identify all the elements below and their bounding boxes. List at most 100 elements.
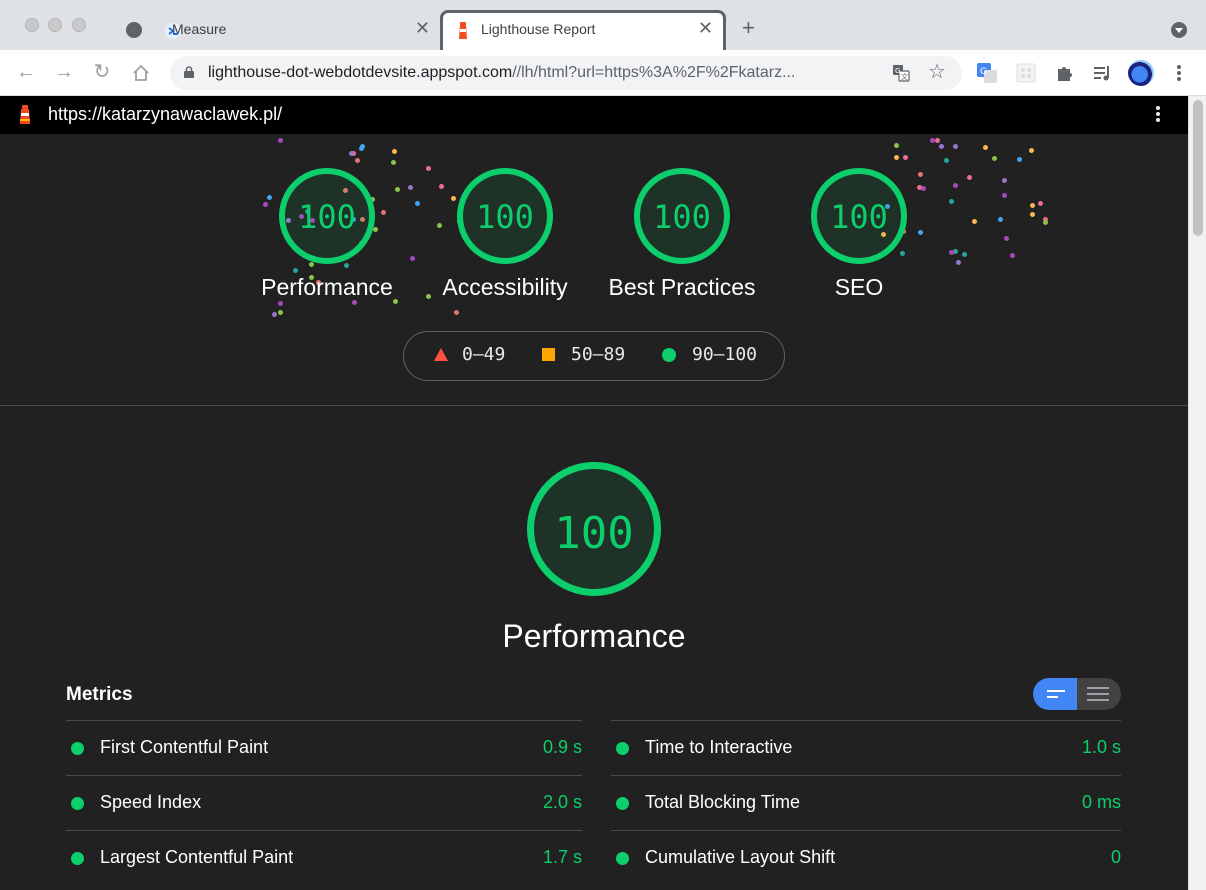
browser-menu-icon[interactable] bbox=[1176, 65, 1182, 83]
gauge-score: 100 bbox=[554, 508, 634, 559]
triangle-icon bbox=[434, 348, 448, 361]
google-translate-extension-icon[interactable]: G bbox=[976, 62, 998, 84]
confetti-dot bbox=[983, 145, 988, 150]
metric-largest-contentful-paint: Largest Contentful Paint 1.7 s bbox=[66, 830, 582, 885]
bookmark-star-icon[interactable]: ☆ bbox=[928, 61, 946, 83]
url-path: //lh/html?url=https%3A%2F%2Fkatarz... bbox=[512, 64, 796, 81]
pass-circle-icon bbox=[71, 852, 84, 865]
confetti-dot bbox=[962, 252, 967, 257]
metrics-view-toggle[interactable] bbox=[1033, 678, 1121, 710]
confetti-dot bbox=[949, 250, 954, 255]
report-url[interactable]: https://katarzynawaclawek.pl/ bbox=[48, 104, 282, 125]
browser-toolbar: ← → ↻ lighthouse-dot-webdotdevsite.appsp… bbox=[0, 50, 1206, 96]
page-scrollbar[interactable] bbox=[1188, 96, 1206, 890]
new-tab-icon[interactable]: + bbox=[742, 17, 755, 39]
close-tab-icon[interactable]: ✕ bbox=[415, 19, 430, 37]
metric-name: Speed Index bbox=[100, 792, 202, 812]
confetti-dot bbox=[451, 196, 456, 201]
minimize-window-button[interactable] bbox=[48, 18, 62, 32]
legend-item-fail: 0–49 bbox=[434, 344, 505, 365]
zoom-window-button[interactable] bbox=[72, 18, 86, 32]
tab-title: Lighthouse Report bbox=[481, 21, 596, 37]
reload-icon[interactable]: ↻ bbox=[90, 60, 114, 84]
report-menu-icon[interactable] bbox=[1152, 104, 1164, 126]
gauge-performance[interactable]: 100 Performance bbox=[261, 134, 393, 314]
forward-arrow-icon[interactable]: → bbox=[52, 60, 76, 84]
tab-lighthouse-report[interactable]: Lighthouse Report ✕ bbox=[440, 10, 726, 50]
legend-range: 0–49 bbox=[462, 344, 506, 365]
compact-view-button[interactable] bbox=[1033, 678, 1077, 710]
scrollbar-thumb[interactable] bbox=[1193, 100, 1203, 236]
confetti-dot bbox=[381, 210, 386, 215]
confetti-dot bbox=[944, 158, 949, 163]
close-tab-icon[interactable]: ✕ bbox=[698, 19, 713, 37]
profile-avatar[interactable] bbox=[1128, 60, 1154, 86]
confetti-dot bbox=[1002, 193, 1007, 198]
confetti-dot bbox=[935, 138, 940, 143]
confetti-dot bbox=[267, 195, 272, 200]
address-bar[interactable]: lighthouse-dot-webdotdevsite.appspot.com… bbox=[170, 56, 962, 90]
confetti-dot bbox=[953, 183, 958, 188]
confetti-dot bbox=[1038, 201, 1043, 206]
confetti-dot bbox=[1043, 220, 1048, 225]
metric-name: Largest Contentful Paint bbox=[100, 847, 294, 867]
tab-list-chevron-icon[interactable] bbox=[1171, 22, 1187, 38]
confetti-dot bbox=[439, 184, 444, 189]
metric-name: Time to Interactive bbox=[645, 737, 793, 757]
translate-icon[interactable]: G 文 bbox=[892, 64, 910, 82]
confetti-dot bbox=[917, 185, 922, 190]
confetti-dot bbox=[395, 187, 400, 192]
confetti-dot bbox=[1004, 236, 1009, 241]
lock-icon[interactable] bbox=[184, 66, 194, 78]
confetti-dot bbox=[1030, 203, 1035, 208]
lighthouse-favicon-icon bbox=[459, 22, 467, 39]
confetti-dot bbox=[415, 201, 420, 206]
confetti-dot bbox=[1029, 148, 1034, 153]
metrics-heading: Metrics bbox=[66, 684, 133, 705]
expanded-view-button[interactable] bbox=[1077, 678, 1121, 710]
category-title: Performance bbox=[502, 618, 686, 654]
confetti-dot bbox=[426, 166, 431, 171]
gauge-seo[interactable]: 100 SEO bbox=[811, 134, 907, 314]
confetti-dot bbox=[391, 160, 396, 165]
home-icon[interactable] bbox=[132, 64, 150, 82]
svg-text:G: G bbox=[895, 67, 900, 75]
url-host: lighthouse-dot-webdotdevsite.appspot.com bbox=[208, 64, 513, 81]
confetti-dot bbox=[939, 144, 944, 149]
url-text: lighthouse-dot-webdotdevsite.appspot.com… bbox=[208, 64, 888, 82]
confetti-dot bbox=[1030, 212, 1035, 217]
tab-measure[interactable]: Measure ✕ bbox=[120, 10, 438, 50]
confetti-dot bbox=[918, 230, 923, 235]
metric-value: 0.9 s bbox=[542, 737, 582, 757]
media-queue-icon[interactable] bbox=[1092, 63, 1112, 83]
confetti-dot bbox=[967, 175, 972, 180]
confetti-dot bbox=[956, 260, 961, 265]
back-arrow-icon[interactable]: ← bbox=[14, 60, 38, 84]
metric-name: Total Blocking Time bbox=[645, 792, 801, 812]
metric-name: Cumulative Layout Shift bbox=[645, 847, 836, 867]
metric-value: 1.7 s bbox=[542, 847, 582, 867]
pass-circle-icon bbox=[71, 742, 84, 755]
confetti-dot bbox=[1002, 178, 1007, 183]
confetti-dot bbox=[410, 256, 415, 261]
pass-circle-icon bbox=[616, 797, 629, 810]
extension-grid-icon[interactable] bbox=[1016, 63, 1036, 83]
legend-item-pass: 90–100 bbox=[662, 344, 757, 365]
extensions-puzzle-icon[interactable] bbox=[1055, 63, 1075, 83]
confetti-dot bbox=[437, 223, 442, 228]
metric-speed-index: Speed Index 2.0 s bbox=[66, 775, 582, 830]
metric-total-blocking-time: Total Blocking Time 0 ms bbox=[611, 775, 1121, 830]
tab-strip: Measure ✕ Lighthouse Report ✕ + bbox=[0, 0, 1206, 50]
metric-value: 1.0 s bbox=[1081, 737, 1121, 757]
circle-icon bbox=[662, 347, 676, 362]
pass-circle-icon bbox=[71, 797, 84, 810]
svg-text:G: G bbox=[980, 67, 987, 77]
confetti-dot bbox=[972, 219, 977, 224]
metric-first-contentful-paint: First Contentful Paint 0.9 s bbox=[66, 720, 582, 775]
gauge-score: 100 bbox=[830, 198, 888, 236]
confetti-dot bbox=[272, 312, 277, 317]
gauge-performance-large: 100 Performance bbox=[502, 134, 686, 664]
confetti-dot bbox=[998, 217, 1003, 222]
close-window-button[interactable] bbox=[25, 18, 39, 32]
metric-cumulative-layout-shift: Cumulative Layout Shift 0 bbox=[611, 830, 1121, 885]
